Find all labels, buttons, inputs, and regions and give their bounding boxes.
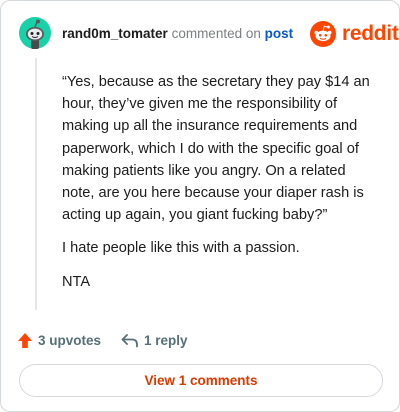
comment-paragraph: I hate people like this with a passion. xyxy=(62,240,300,257)
reply-arrow-icon xyxy=(121,333,138,347)
reply-button[interactable]: 1 reply xyxy=(121,333,188,348)
comment-body: “Yes, because as the secretary they pay … xyxy=(62,71,382,304)
upvote-arrow-icon xyxy=(18,332,32,348)
reply-count: 1 reply xyxy=(144,332,188,348)
reddit-wordmark: reddit xyxy=(342,22,399,45)
reddit-brand[interactable]: reddit xyxy=(310,20,399,48)
post-link[interactable]: post xyxy=(265,26,294,41)
comment-card: rand0m_tomater commented on post reddit … xyxy=(0,0,400,412)
thread-line xyxy=(35,58,37,310)
username[interactable]: rand0m_tomater xyxy=(62,26,168,41)
comment-header: rand0m_tomater commented on post xyxy=(62,25,293,43)
reddit-logo-icon xyxy=(310,21,336,47)
snoo-avatar-icon[interactable] xyxy=(19,17,51,49)
comment-actions: 3 upvotes 1 reply xyxy=(17,329,188,351)
comment-paragraph: “Yes, because as the secretary they pay … xyxy=(62,74,370,224)
upvote-button[interactable]: 3 upvotes xyxy=(17,332,101,349)
upvotes-count: 3 upvotes xyxy=(38,332,102,348)
view-comments-button[interactable]: View 1 comments xyxy=(19,364,383,397)
action-text: commented on xyxy=(171,26,261,41)
comment-paragraph: NTA xyxy=(62,273,91,290)
